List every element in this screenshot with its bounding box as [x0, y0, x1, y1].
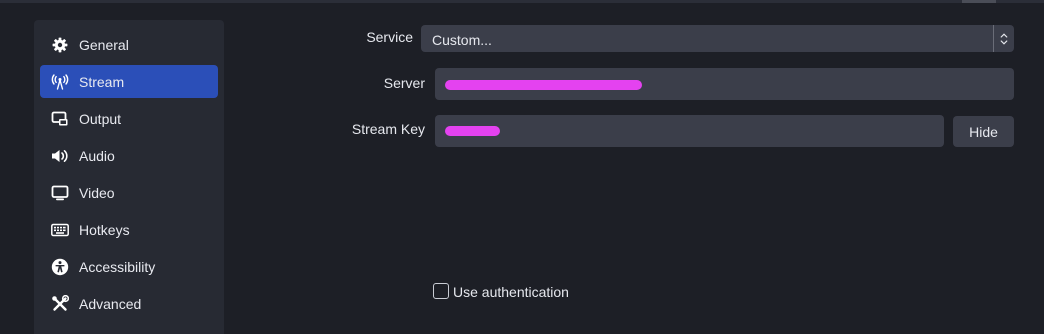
- service-select-value: Custom...: [432, 32, 492, 48]
- server-input[interactable]: [435, 68, 1014, 100]
- keyboard-icon: [50, 220, 70, 240]
- sidebar-item-video[interactable]: Video: [40, 176, 218, 209]
- broadcast-antenna-icon: [50, 72, 70, 92]
- hide-button[interactable]: Hide: [953, 116, 1014, 147]
- accessibility-icon: [50, 257, 70, 277]
- sidebar-item-label: Video: [79, 184, 115, 201]
- sidebar-item-audio[interactable]: Audio: [40, 139, 218, 172]
- sidebar-item-label: Accessibility: [79, 258, 156, 275]
- stream-key-label: Stream Key: [351, 121, 425, 137]
- use-authentication-label[interactable]: Use authentication: [453, 284, 569, 300]
- use-authentication-checkbox[interactable]: [433, 283, 449, 299]
- server-label: Server: [383, 75, 425, 91]
- sidebar-item-label: Audio: [79, 147, 115, 164]
- gear-icon: [50, 35, 70, 55]
- speaker-icon: [50, 146, 70, 166]
- redaction-mark: [445, 126, 500, 136]
- settings-sidebar: General Stream Output Audio Video Hotkey…: [34, 20, 224, 334]
- output-monitor-icon: [50, 109, 70, 129]
- redaction-mark: [445, 80, 642, 90]
- sidebar-item-label: Output: [79, 110, 122, 127]
- service-select[interactable]: Custom...: [421, 25, 1014, 52]
- sidebar-item-label: Hotkeys: [79, 221, 130, 238]
- monitor-icon: [50, 183, 70, 203]
- select-spinner-icon[interactable]: [993, 25, 1014, 52]
- sidebar-item-accessibility[interactable]: Accessibility: [40, 250, 218, 283]
- tools-icon: [50, 294, 70, 314]
- sidebar-item-hotkeys[interactable]: Hotkeys: [40, 213, 218, 246]
- service-label: Service: [366, 29, 413, 45]
- sidebar-item-output[interactable]: Output: [40, 102, 218, 135]
- sidebar-item-advanced[interactable]: Advanced: [40, 287, 218, 320]
- sidebar-item-label: General: [79, 36, 129, 53]
- sidebar-item-stream[interactable]: Stream: [40, 65, 218, 98]
- sidebar-item-general[interactable]: General: [40, 28, 218, 61]
- sidebar-item-label: Stream: [79, 73, 125, 90]
- window-top-handle: [962, 0, 996, 3]
- stream-key-input[interactable]: [435, 115, 944, 147]
- window-top-edge: [0, 0, 1044, 3]
- sidebar-item-label: Advanced: [79, 295, 142, 312]
